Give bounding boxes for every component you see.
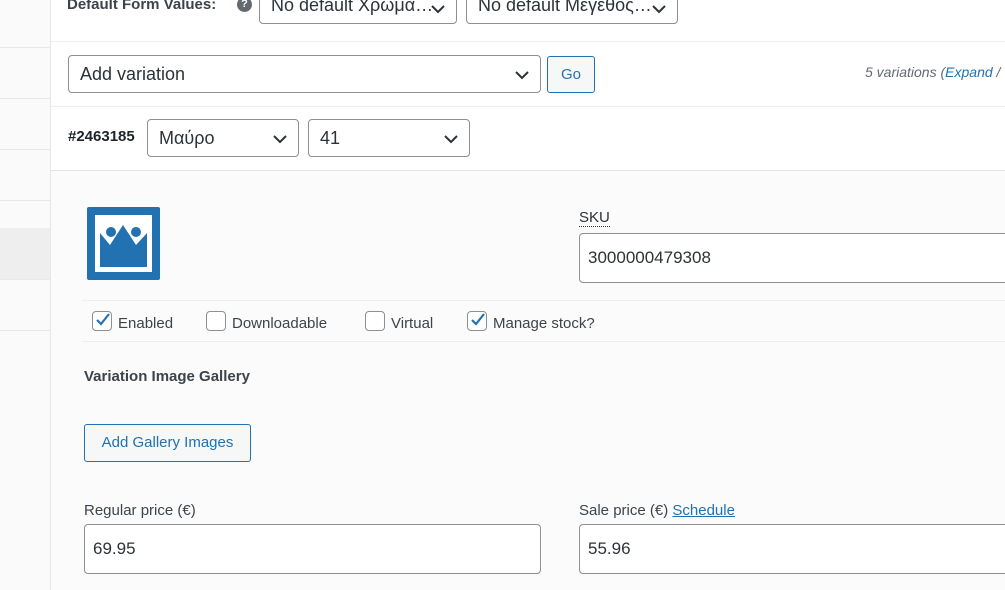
downloadable-label: Downloadable bbox=[232, 315, 328, 332]
enabled-checkbox[interactable] bbox=[92, 311, 112, 331]
manage-stock-checkbox[interactable] bbox=[467, 311, 487, 331]
default-color-select[interactable]: No default Χρώμα… bbox=[259, 0, 457, 24]
sale-price-label: Sale price (€) bbox=[579, 502, 669, 519]
variation-id: #2463185 bbox=[68, 128, 135, 145]
chevron-down-icon bbox=[652, 5, 666, 14]
tab-4[interactable] bbox=[0, 150, 50, 201]
variation-header[interactable]: #2463185 Μαύρο 41 bbox=[51, 107, 1005, 171]
variations-count-suffix: / bbox=[992, 64, 1001, 80]
tab-3[interactable] bbox=[0, 99, 50, 150]
manage-stock-label: Manage stock? bbox=[493, 315, 595, 332]
variation-options-row: Enabled Downloadable Virtual Manage stoc… bbox=[82, 300, 1005, 342]
variation-color-select[interactable]: Μαύρο bbox=[147, 119, 299, 157]
sale-price-value: 55.96 bbox=[588, 539, 631, 558]
go-button[interactable]: Go bbox=[547, 56, 595, 93]
default-form-values-row: Default Form Values: ? No default Χρώμα…… bbox=[51, 0, 1005, 42]
virtual-option[interactable]: Virtual bbox=[365, 311, 433, 332]
tab-2[interactable] bbox=[0, 48, 50, 99]
default-size-select[interactable]: No default Μέγεθος… bbox=[466, 0, 678, 24]
add-variation-select-value: Add variation bbox=[80, 64, 186, 84]
sku-value: 3000000479308 bbox=[588, 248, 711, 267]
add-gallery-images-button[interactable]: Add Gallery Images bbox=[84, 424, 251, 462]
default-color-select-value: No default Χρώμα… bbox=[271, 0, 434, 15]
virtual-label: Virtual bbox=[391, 315, 434, 332]
chevron-down-icon bbox=[273, 135, 287, 144]
regular-price-value: 69.95 bbox=[93, 539, 136, 558]
variation-size-select[interactable]: 41 bbox=[308, 119, 470, 157]
variation-gallery-label: Variation Image Gallery bbox=[84, 368, 250, 385]
sale-price-input[interactable]: 55.96 bbox=[579, 524, 1005, 574]
tab-6[interactable] bbox=[0, 280, 50, 331]
chevron-down-icon bbox=[515, 71, 529, 80]
regular-price-label: Regular price (€) bbox=[84, 502, 196, 519]
image-placeholder-icon bbox=[95, 215, 152, 272]
sale-price-label-group: Sale price (€) Schedule bbox=[579, 502, 735, 519]
tab-variations[interactable] bbox=[0, 228, 50, 280]
default-size-select-value: No default Μέγεθος… bbox=[478, 0, 652, 15]
downloadable-checkbox[interactable] bbox=[206, 311, 226, 331]
enabled-option[interactable]: Enabled bbox=[92, 311, 173, 332]
sku-label: SKU bbox=[579, 209, 610, 227]
variation-color-value: Μαύρο bbox=[159, 128, 215, 148]
expand-link[interactable]: Expand bbox=[945, 64, 992, 80]
manage-stock-option[interactable]: Manage stock? bbox=[467, 311, 595, 332]
variations-panel: Default Form Values: ? No default Χρώμα…… bbox=[51, 0, 1005, 590]
tab-1[interactable] bbox=[0, 0, 50, 48]
variations-count-text: 5 variations ( bbox=[865, 64, 946, 80]
check-icon bbox=[471, 313, 485, 326]
enabled-label: Enabled bbox=[118, 315, 174, 332]
variation-size-value: 41 bbox=[320, 128, 341, 148]
chevron-down-icon bbox=[444, 135, 458, 144]
add-variation-select[interactable]: Add variation bbox=[68, 55, 541, 93]
check-icon bbox=[96, 313, 110, 326]
default-form-values-label: Default Form Values: bbox=[67, 0, 217, 13]
chevron-down-icon bbox=[431, 5, 445, 14]
variations-count: 5 variations (Expand / bbox=[865, 64, 1000, 80]
downloadable-option[interactable]: Downloadable bbox=[206, 311, 327, 332]
add-variation-row: Add variation Go 5 variations (Expand / bbox=[51, 42, 1005, 107]
virtual-checkbox[interactable] bbox=[365, 311, 385, 331]
schedule-link[interactable]: Schedule bbox=[672, 502, 735, 519]
regular-price-input[interactable]: 69.95 bbox=[84, 524, 541, 574]
variation-image-upload[interactable] bbox=[87, 207, 160, 280]
question-circle-icon[interactable]: ? bbox=[237, 0, 252, 12]
sku-input[interactable]: 3000000479308 bbox=[579, 233, 1005, 283]
product-data-tabs bbox=[0, 0, 51, 590]
variation-body: SKU 3000000479308 Enabled Downloadable V… bbox=[51, 171, 1005, 590]
